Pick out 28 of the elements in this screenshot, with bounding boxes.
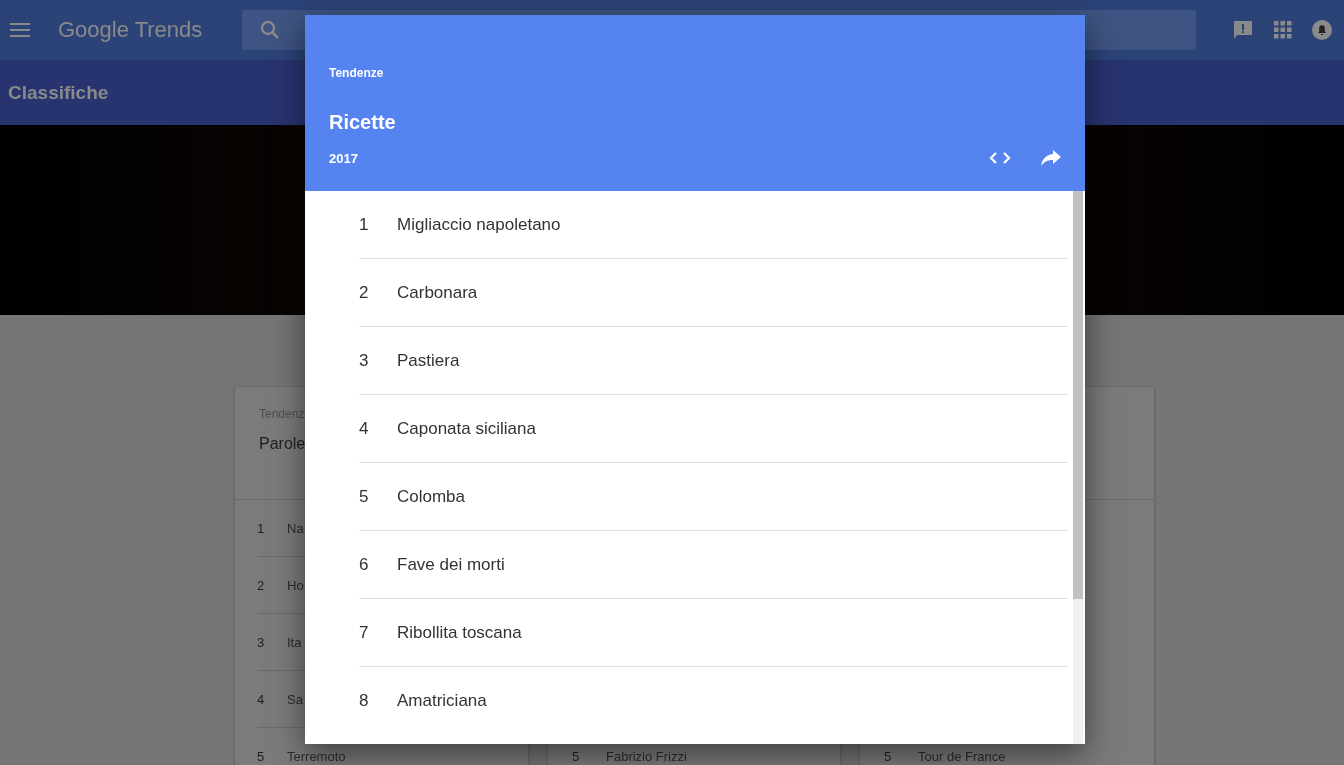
notification-bell-icon[interactable] [1312, 20, 1332, 40]
rank-number: 2 [257, 577, 266, 593]
rank-number: 3 [257, 634, 266, 650]
scrollbar[interactable] [1073, 191, 1083, 744]
rank-number: 5 [257, 748, 266, 764]
dialog-label: Tendenze [329, 66, 385, 80]
recipe-list-item[interactable]: 1 Migliaccio napoletano [359, 191, 1068, 259]
recipe-list-item[interactable]: 8 Amatriciana [359, 667, 1068, 735]
rank-number: 1 [257, 520, 266, 536]
menu-icon[interactable] [10, 23, 30, 37]
share-icon[interactable] [1041, 150, 1061, 166]
recipe-list-item[interactable]: 3 Pastiera [359, 327, 1068, 395]
page-title: Classifiche [8, 81, 109, 104]
recipe-list-item[interactable]: 7 Ribollita toscana [359, 599, 1068, 667]
search-icon [260, 20, 281, 40]
recipe-list-item[interactable]: 4 Caponata siciliana [359, 395, 1068, 463]
feedback-icon[interactable] [1232, 19, 1254, 41]
recipe-list-item[interactable]: 5 Colomba [359, 463, 1068, 531]
dialog-year: 2017 [329, 150, 358, 166]
recipe-list-item[interactable]: 2 Carbonara [359, 259, 1068, 327]
recipe-list-item[interactable]: 6 Fave dei morti [359, 531, 1068, 599]
apps-grid-icon[interactable] [1274, 21, 1292, 39]
rank-number: 5 [572, 748, 581, 764]
rank-number: 5 [884, 748, 893, 764]
card-title: Parole [259, 435, 307, 453]
dialog-title: Ricette [329, 111, 397, 134]
rank-number: 4 [257, 691, 266, 707]
embed-code-icon[interactable] [989, 151, 1011, 165]
